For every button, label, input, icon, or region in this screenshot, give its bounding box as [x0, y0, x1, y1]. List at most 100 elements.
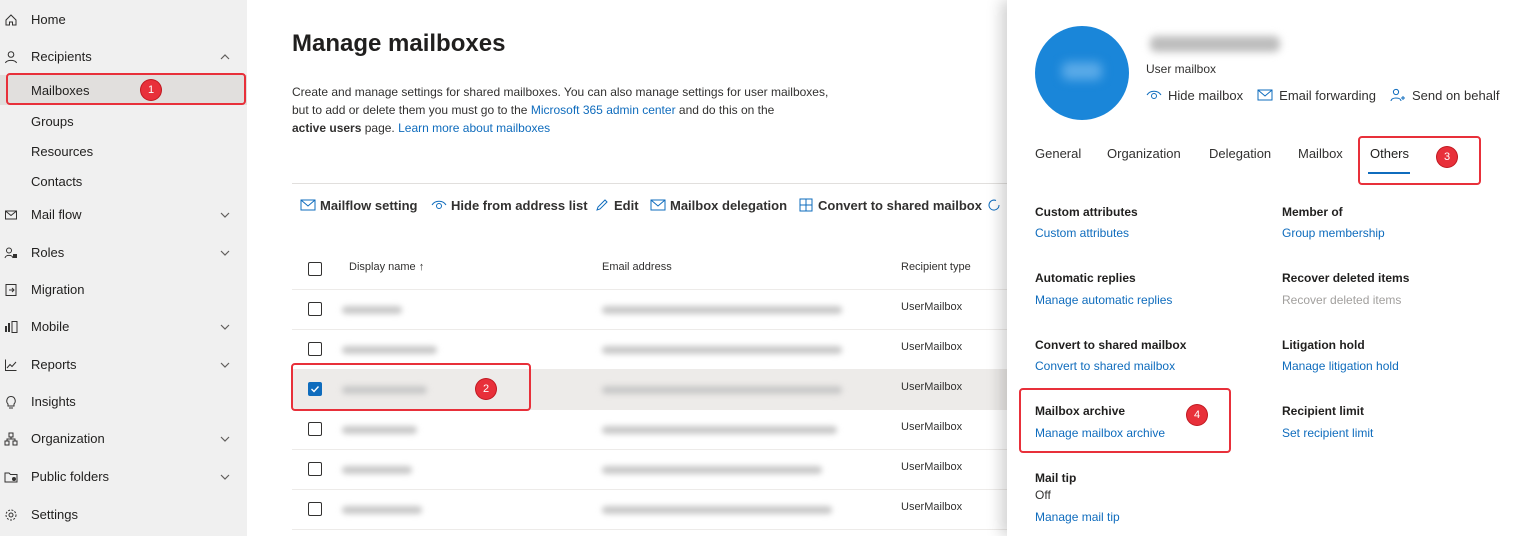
redacted-name — [342, 506, 422, 514]
refresh-button[interactable] — [987, 196, 1005, 214]
toolbar-label: Convert to shared mailbox — [818, 197, 982, 213]
email-forwarding-button[interactable]: Email forwarding — [1257, 88, 1376, 103]
tab-mailbox[interactable]: Mailbox — [1298, 146, 1343, 161]
redacted-name — [342, 346, 437, 354]
chevron-down-icon[interactable] — [219, 321, 231, 333]
row-checkbox[interactable] — [308, 462, 322, 476]
recipient-type: UserMailbox — [901, 341, 963, 353]
convert-to-shared-button[interactable]: Convert to shared mailbox — [798, 196, 982, 214]
nav-roles[interactable]: Roles — [0, 234, 247, 271]
set-recipient-limit-link[interactable]: Set recipient limit — [1282, 426, 1373, 440]
tab-general[interactable]: General — [1035, 146, 1081, 161]
mail-tip-value: Off — [1035, 488, 1051, 502]
nav-label: Roles — [31, 245, 65, 260]
convert-shared-title: Convert to shared mailbox — [1035, 338, 1187, 352]
nav-label: Organization — [31, 431, 105, 446]
toolbar-label: Mailbox delegation — [670, 197, 788, 213]
redacted-email — [602, 466, 822, 474]
action-label: Send on behalf — [1411, 87, 1500, 103]
nav-reports[interactable]: Reports — [0, 346, 247, 383]
row-checkbox[interactable] — [308, 502, 322, 516]
mobile-icon — [3, 319, 19, 335]
tab-organization[interactable]: Organization — [1107, 146, 1181, 161]
chevron-down-icon[interactable] — [219, 209, 231, 221]
callout-badge-4: 4 — [1187, 405, 1207, 425]
pencil-icon — [596, 199, 608, 211]
nav-recipients[interactable]: Recipients — [0, 38, 247, 75]
recover-deleted-items-title: Recover deleted items — [1282, 271, 1410, 285]
send-on-behalf-button[interactable]: Send on behalf — [1390, 88, 1499, 103]
hide-from-address-list-button[interactable]: Hide from address list — [431, 196, 588, 214]
row-checkbox[interactable] — [308, 422, 322, 436]
nav-home[interactable]: Home — [0, 1, 247, 38]
callout-box-3 — [1358, 136, 1481, 185]
recover-deleted-items-link: Recover deleted items — [1282, 293, 1402, 307]
nav-groups[interactable]: Groups — [0, 106, 247, 136]
nav-organization[interactable]: Organization — [0, 420, 247, 457]
table-row[interactable]: UserMailbox — [292, 489, 1007, 530]
chevron-down-icon[interactable] — [219, 433, 231, 445]
nav-label: Home — [31, 12, 66, 27]
panel-actions: Hide mailbox Email forwarding Send on be… — [1146, 86, 1513, 104]
mailbox-details-panel: User mailbox Hide mailbox Email forwardi… — [1007, 0, 1536, 536]
member-of-title: Member of — [1282, 205, 1343, 219]
nav-mobile[interactable]: Mobile — [0, 308, 247, 345]
row-checkbox[interactable] — [308, 302, 322, 316]
group-membership-link[interactable]: Group membership — [1282, 226, 1385, 240]
learn-more-link[interactable]: Learn more about mailboxes — [398, 121, 550, 135]
nav-label: Migration — [31, 282, 85, 297]
mailbox-delegation-button[interactable]: Mailbox delegation — [650, 196, 787, 214]
mailflow-setting-button[interactable]: Mailflow setting — [300, 196, 418, 214]
nav-label: Resources — [31, 143, 94, 159]
nav-settings[interactable]: Settings — [0, 496, 247, 533]
column-display-name[interactable]: Display name ↑ — [349, 261, 424, 273]
tab-delegation[interactable]: Delegation — [1209, 146, 1271, 161]
recipient-type: UserMailbox — [901, 301, 963, 313]
nav-insights[interactable]: Insights — [0, 383, 247, 420]
table-row[interactable]: UserMailbox — [292, 449, 1007, 490]
roles-icon — [3, 245, 19, 261]
nav-mail-flow[interactable]: Mail flow — [0, 196, 247, 233]
column-recipient-type[interactable]: Recipient type — [901, 261, 971, 273]
manage-automatic-replies-link[interactable]: Manage automatic replies — [1035, 293, 1172, 307]
nav-migration[interactable]: Migration — [0, 271, 247, 308]
nav-resources[interactable]: Resources — [0, 136, 247, 166]
nav-label: Insights — [31, 394, 76, 409]
row-checkbox[interactable] — [308, 342, 322, 356]
action-label: Hide mailbox — [1168, 87, 1244, 103]
migration-icon — [3, 282, 19, 298]
hide-mailbox-button[interactable]: Hide mailbox — [1146, 88, 1243, 103]
callout-badge-1: 1 — [141, 80, 161, 100]
desc-text: page. — [361, 121, 399, 135]
chevron-down-icon[interactable] — [219, 359, 231, 371]
page-description: Create and manage settings for shared ma… — [292, 83, 892, 137]
chevron-up-icon[interactable] — [219, 51, 231, 63]
convert-to-shared-link[interactable]: Convert to shared mailbox — [1035, 359, 1175, 373]
nav-public-folders[interactable]: Public folders — [0, 458, 247, 495]
automatic-replies-title: Automatic replies — [1035, 271, 1136, 285]
m365-admin-link[interactable]: Microsoft 365 admin center — [531, 103, 676, 117]
desc-text: Create and manage settings for shared ma… — [292, 85, 829, 99]
chevron-down-icon[interactable] — [219, 471, 231, 483]
command-bar: Mailflow setting Hide from address list … — [292, 183, 1007, 226]
table-row[interactable]: UserMailbox — [292, 289, 1007, 330]
desc-bold: active users — [292, 121, 362, 135]
chevron-down-icon[interactable] — [219, 247, 231, 259]
main-content: Manage mailboxes Create and manage setti… — [247, 0, 1007, 536]
edit-button[interactable]: Edit — [594, 196, 639, 214]
folder-icon — [3, 469, 19, 485]
custom-attributes-link[interactable]: Custom attributes — [1035, 226, 1129, 240]
mail-icon — [300, 199, 316, 211]
nav-contacts[interactable]: Contacts — [0, 166, 247, 196]
manage-litigation-hold-link[interactable]: Manage litigation hold — [1282, 359, 1399, 373]
mail-tip-title: Mail tip — [1035, 471, 1077, 485]
mail-icon — [3, 207, 19, 223]
toolbar-label: Hide from address list — [451, 197, 588, 213]
redacted-email — [602, 426, 837, 434]
column-email[interactable]: Email address — [602, 261, 672, 273]
recipient-type: UserMailbox — [901, 501, 963, 513]
table-row[interactable]: UserMailbox — [292, 409, 1007, 450]
org-icon — [3, 431, 19, 447]
select-all-checkbox[interactable] — [308, 262, 322, 276]
manage-mail-tip-link[interactable]: Manage mail tip — [1035, 510, 1120, 524]
